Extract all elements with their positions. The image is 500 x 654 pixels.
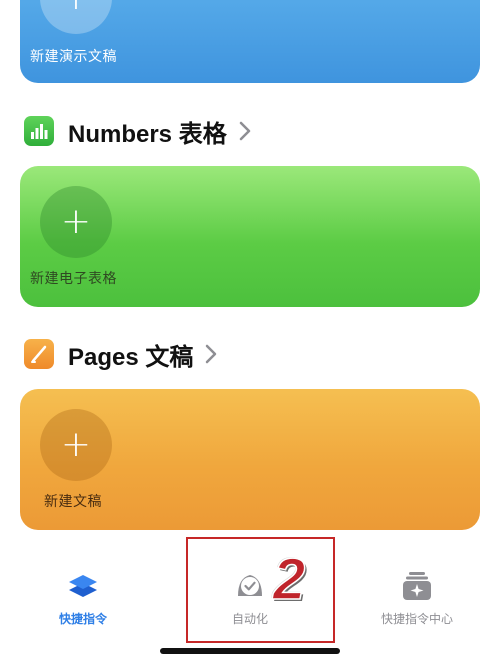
new-presentation-label: 新建演示文稿 <box>30 49 117 65</box>
new-presentation-card[interactable]: + 新建演示文稿 <box>20 0 480 83</box>
new-document-card[interactable]: + 新建文稿 <box>20 389 480 530</box>
layers-icon <box>65 568 101 604</box>
plus-icon: + <box>40 0 112 34</box>
pages-section-title: Pages 文稿 <box>68 343 194 371</box>
tab-shortcuts[interactable]: 快捷指令 <box>18 568 148 627</box>
plus-icon: + <box>40 186 112 258</box>
highlight-box <box>186 537 335 643</box>
home-indicator <box>160 648 340 654</box>
tab-shortcuts-label: 快捷指令 <box>58 612 107 626</box>
tab-gallery-label: 快捷指令中心 <box>380 612 453 626</box>
annotation-step-number: 2 <box>272 547 306 612</box>
plus-icon: + <box>40 409 112 481</box>
new-document-label: 新建文稿 <box>44 494 102 510</box>
numbers-section-title: Numbers 表格 <box>68 120 227 148</box>
gallery-sparkle-icon <box>399 568 435 604</box>
new-spreadsheet-label: 新建电子表格 <box>30 271 117 287</box>
numbers-app-icon <box>24 116 54 146</box>
new-spreadsheet-card[interactable]: + 新建电子表格 <box>20 166 480 307</box>
chevron-right-icon <box>205 344 217 364</box>
pages-app-icon <box>24 339 54 369</box>
pages-section-header[interactable]: Pages 文稿 <box>24 338 217 371</box>
tab-gallery[interactable]: 快捷指令中心 <box>352 568 482 627</box>
chevron-right-icon <box>239 121 251 141</box>
numbers-section-header[interactable]: Numbers 表格 <box>24 115 251 148</box>
